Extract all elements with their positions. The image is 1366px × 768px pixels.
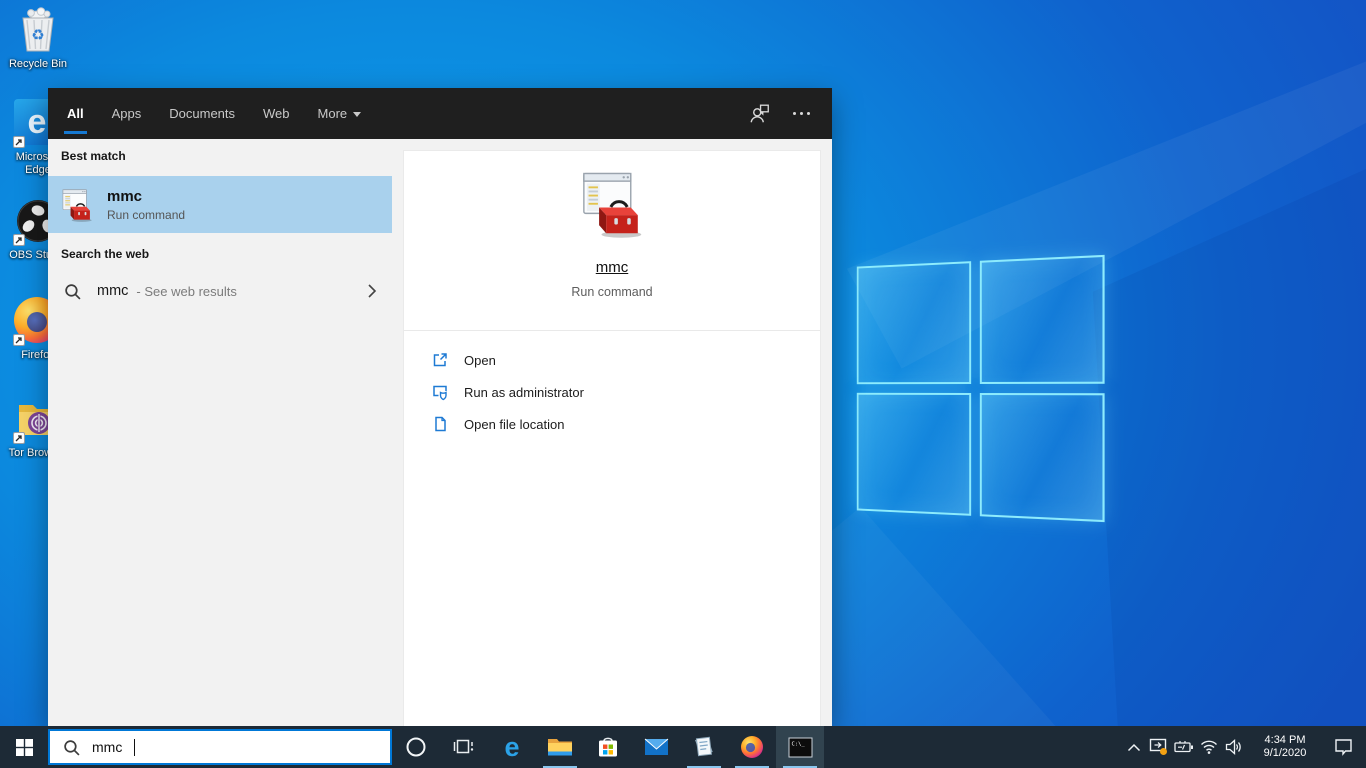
- preview-title[interactable]: mmc: [596, 259, 629, 276]
- actions-list: Open Run as administrator Open file loca…: [404, 331, 820, 440]
- tab-more[interactable]: More: [304, 88, 376, 139]
- preview-card: mmc Run command Open Run as administrato…: [403, 150, 821, 726]
- tray-network[interactable]: [1196, 726, 1221, 768]
- speaker-icon: [1225, 739, 1241, 755]
- battery-charging-icon: [1173, 741, 1193, 753]
- web-query: mmc: [97, 283, 129, 299]
- task-view-icon: [453, 739, 474, 754]
- windows-logo-pane: [856, 261, 971, 385]
- web-suffix: - See web results: [136, 283, 237, 299]
- notification-icon: [1334, 739, 1352, 756]
- shortcut-arrow-icon: [13, 136, 25, 148]
- tab-all[interactable]: All: [53, 88, 98, 139]
- action-center-button[interactable]: [1324, 726, 1362, 768]
- desktop-icon-recycle-bin[interactable]: ♻ Recycle Bin: [3, 6, 73, 71]
- tray-battery[interactable]: [1171, 726, 1196, 768]
- open-icon: [433, 353, 447, 367]
- best-match-result-mmc[interactable]: mmc Run command: [48, 176, 392, 233]
- result-title: mmc: [107, 187, 143, 205]
- tab-label: More: [317, 106, 348, 121]
- search-input-value: mmc: [92, 739, 123, 755]
- taskbar: mmc e C:\_ 4:34 PM 9/1/2020: [0, 726, 1366, 768]
- best-match-header: Best match: [61, 149, 126, 163]
- taskbar-search-input[interactable]: mmc: [48, 729, 392, 765]
- task-view-button[interactable]: [440, 726, 488, 768]
- shortcut-arrow-icon: [13, 432, 25, 444]
- more-options-icon[interactable]: [793, 112, 810, 115]
- windows-logo-pane: [979, 254, 1105, 384]
- account-icon[interactable]: [749, 103, 771, 125]
- desktop-icon-label: Recycle Bin: [8, 58, 68, 70]
- taskbar-store[interactable]: [584, 726, 632, 768]
- action-run-as-administrator[interactable]: Run as administrator: [431, 376, 820, 408]
- command-prompt-icon: C:\_: [788, 737, 812, 757]
- preview-pane: mmc Run command Open Run as administrato…: [392, 139, 832, 726]
- tray-expand-button[interactable]: [1121, 726, 1146, 768]
- tab-label: Documents: [169, 106, 236, 121]
- wifi-icon: [1200, 740, 1217, 754]
- action-open[interactable]: Open: [431, 344, 820, 376]
- recycle-bin-icon: ♻: [14, 6, 62, 54]
- tab-apps[interactable]: Apps: [98, 88, 156, 139]
- admin-shield-icon: [433, 385, 447, 401]
- preview-subtitle: Run command: [571, 285, 653, 299]
- search-the-web-header: Search the web: [61, 247, 150, 261]
- file-explorer-icon: [548, 739, 572, 756]
- taskbar-command-prompt[interactable]: C:\_: [776, 726, 824, 768]
- search-flyout: All Apps Documents Web More Best match m…: [48, 88, 832, 726]
- file-location-icon: [435, 416, 446, 432]
- tab-label: Web: [263, 106, 290, 121]
- action-label: Run as administrator: [464, 384, 584, 400]
- edge-icon: e: [504, 731, 520, 762]
- tab-web[interactable]: Web: [249, 88, 304, 139]
- firefox-icon: [741, 736, 763, 758]
- windows-logo-pane: [979, 393, 1105, 523]
- search-icon: [65, 283, 81, 300]
- mmc-app-icon: [62, 188, 93, 222]
- start-button[interactable]: [0, 726, 48, 768]
- cortana-icon: [406, 737, 426, 757]
- notepad-icon: [695, 736, 713, 757]
- taskbar-firefox[interactable]: [728, 726, 776, 768]
- svg-text:C:\_: C:\_: [791, 741, 805, 747]
- action-open-file-location[interactable]: Open file location: [431, 408, 820, 440]
- windows-logo-pane: [856, 392, 971, 516]
- shortcut-arrow-icon: [13, 234, 25, 246]
- taskbar-notepad[interactable]: [680, 726, 728, 768]
- clock-time: 4:34 PM: [1264, 733, 1306, 746]
- action-label: Open: [464, 352, 496, 368]
- action-label: Open file location: [464, 416, 565, 432]
- shortcut-arrow-icon: [13, 334, 25, 346]
- taskbar-file-explorer[interactable]: [536, 726, 584, 768]
- taskbar-edge[interactable]: e: [488, 726, 536, 768]
- search-icon: [64, 739, 80, 756]
- cortana-button[interactable]: [392, 726, 440, 768]
- windows-start-icon: [15, 738, 33, 756]
- search-filter-bar: All Apps Documents Web More: [48, 88, 832, 139]
- search-results-list: Best match mmc Run command Search the we…: [48, 139, 392, 726]
- text-caret: [134, 738, 136, 756]
- display-icon: [1149, 738, 1167, 755]
- svg-text:♻: ♻: [31, 27, 44, 44]
- taskbar-mail[interactable]: [632, 726, 680, 768]
- chevron-down-icon: [353, 112, 362, 117]
- mmc-app-icon-large: [582, 171, 643, 238]
- clock-date: 9/1/2020: [1263, 747, 1307, 759]
- system-tray: 4:34 PM 9/1/2020: [1121, 726, 1366, 768]
- tab-label: Apps: [111, 106, 142, 121]
- chevron-up-icon: [1127, 743, 1140, 751]
- tab-label: All: [67, 106, 84, 121]
- web-search-result[interactable]: mmc - See web results: [48, 270, 392, 312]
- tab-documents[interactable]: Documents: [155, 88, 249, 139]
- tray-volume[interactable]: [1221, 726, 1246, 768]
- taskbar-clock[interactable]: 4:34 PM 9/1/2020: [1253, 734, 1317, 761]
- chevron-right-icon[interactable]: [366, 283, 378, 299]
- mail-icon: [644, 738, 668, 755]
- tray-display-status[interactable]: [1146, 726, 1171, 768]
- result-subtitle: Run command: [107, 207, 186, 222]
- microsoft-store-icon: [599, 737, 617, 757]
- windows-logo: [856, 254, 1105, 523]
